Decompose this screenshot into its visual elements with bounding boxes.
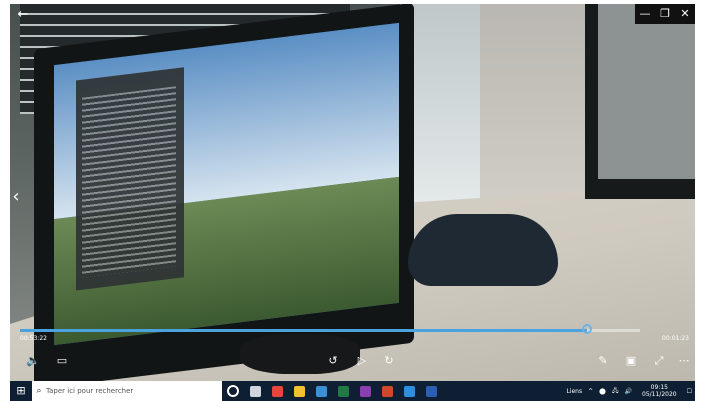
background-monitor-screen (598, 4, 695, 179)
monitor-stand (240, 334, 360, 374)
speaker-icon[interactable]: 🔊 (622, 388, 635, 395)
monitor-screen (54, 22, 399, 346)
play-icon[interactable]: ▷ (355, 354, 369, 368)
restore-button[interactable]: ❐ (655, 4, 675, 24)
network-icon[interactable]: 🖧 (609, 386, 622, 396)
task-view-icon[interactable] (244, 381, 266, 401)
beanie-hat (408, 214, 558, 286)
tray-links[interactable]: Liens (563, 388, 585, 395)
seek-bar-fill (20, 329, 588, 332)
tray-app-icon[interactable]: ⬤ (596, 388, 609, 395)
chat-lines (82, 86, 176, 278)
taskbar-apps (222, 381, 442, 401)
onenote-icon[interactable] (354, 381, 376, 401)
minimize-button[interactable]: — (635, 4, 655, 24)
search-icon: ⌕ (36, 386, 42, 396)
windows-start-icon[interactable]: ⊞ (10, 381, 32, 401)
taskbar: ⊞ ⌕ Taper ici pour rechercher Liens ^ ⬤ … (10, 381, 695, 401)
rewind-10-icon[interactable]: ↺ (326, 354, 340, 368)
video-player: ← — ❐ ✕ ‹ 00:53:22 00:01:23 🔈 ▭ ↺ ▷ ↻ ✎ … (10, 4, 695, 381)
more-icon[interactable]: ⋯ (677, 354, 691, 368)
chat-panel (76, 67, 184, 291)
taskbar-clock[interactable]: 09:15 05/11/2020 (635, 384, 684, 398)
back-arrow-icon[interactable]: ← (14, 6, 32, 24)
excel-icon[interactable] (332, 381, 354, 401)
window-controls: — ❐ ✕ (635, 4, 695, 24)
elapsed-time: 00:53:22 (20, 335, 47, 342)
notifications-icon[interactable]: ☐ (684, 388, 695, 395)
forward-30-icon[interactable]: ↻ (382, 354, 396, 368)
clock-time: 09:15 (650, 384, 668, 391)
chevron-left-icon[interactable]: ‹ (10, 182, 22, 212)
remaining-time: 00:01:23 (662, 335, 689, 342)
screenshot-frame: ← — ❐ ✕ ‹ 00:53:22 00:01:23 🔈 ▭ ↺ ▷ ↻ ✎ … (0, 0, 705, 401)
volume-icon[interactable]: 🔈 (26, 354, 40, 368)
mini-view-icon[interactable]: ▣ (624, 354, 638, 368)
word-icon[interactable] (420, 381, 442, 401)
photos-icon[interactable] (398, 381, 420, 401)
cortana-icon[interactable] (222, 381, 244, 401)
tray-overflow-icon[interactable]: ^ (585, 388, 596, 395)
pencil-icon[interactable]: ✎ (596, 354, 610, 368)
seek-bar[interactable] (20, 324, 640, 334)
edge-icon[interactable] (310, 381, 332, 401)
powerpoint-icon[interactable] (376, 381, 398, 401)
player-top-bar: ← — ❐ ✕ (10, 4, 695, 26)
taskbar-search-box[interactable]: ⌕ Taper ici pour rechercher (32, 381, 222, 401)
system-tray: Liens ^ ⬤ 🖧 🔊 09:15 05/11/2020 ☐ (563, 381, 695, 401)
search-placeholder: Taper ici pour rechercher (46, 387, 134, 395)
chrome-icon[interactable] (266, 381, 288, 401)
fullscreen-icon[interactable]: ⤢ (652, 354, 666, 368)
clock-date: 05/11/2020 (642, 391, 677, 398)
file-explorer-icon[interactable] (288, 381, 310, 401)
close-button[interactable]: ✕ (675, 4, 695, 24)
subtitles-icon[interactable]: ▭ (55, 354, 69, 368)
